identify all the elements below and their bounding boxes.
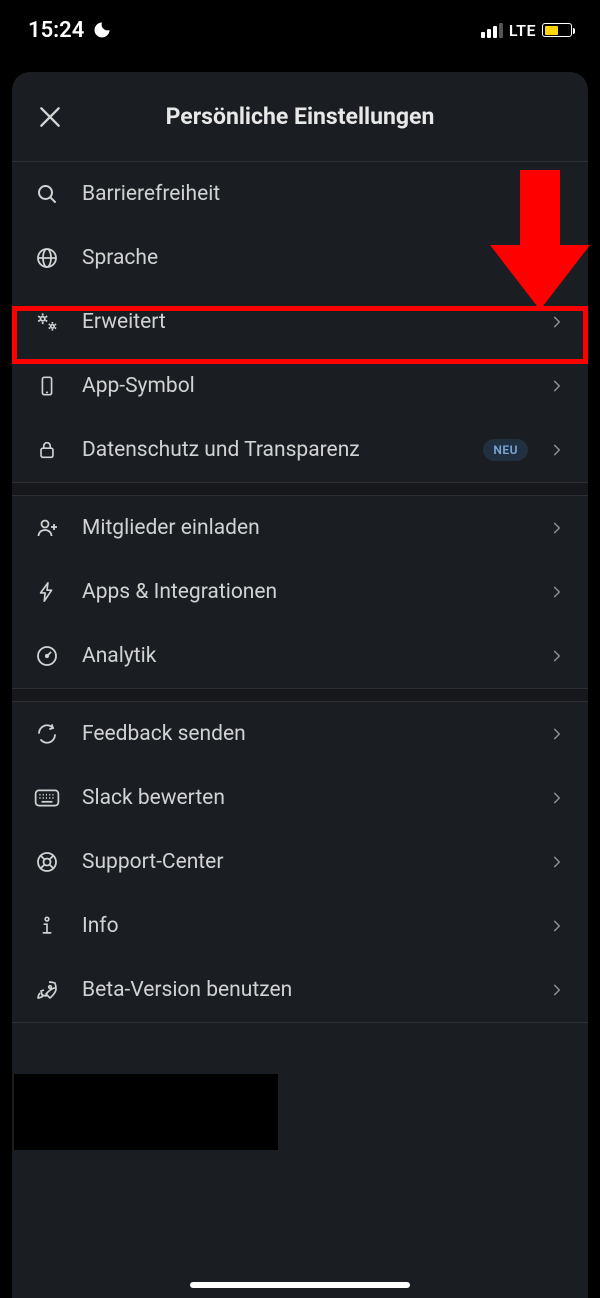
row-rate-slack[interactable]: Slack bewerten xyxy=(12,766,588,830)
chevron-right-icon xyxy=(546,645,568,667)
panel-header: Persönliche Einstellungen xyxy=(12,72,588,162)
chevron-right-icon xyxy=(546,851,568,873)
row-label: Info xyxy=(82,914,528,938)
chevron-right-icon xyxy=(546,581,568,603)
gears-icon xyxy=(30,305,64,339)
row-label: App-Symbol xyxy=(82,374,528,398)
section-separator xyxy=(12,482,588,496)
home-indicator xyxy=(190,1282,410,1288)
row-apps-integrations[interactable]: Apps & Integrationen xyxy=(12,560,588,624)
row-label: Apps & Integrationen xyxy=(82,580,528,604)
row-support-center[interactable]: Support-Center xyxy=(12,830,588,894)
info-icon xyxy=(30,909,64,943)
row-language[interactable]: Sprache xyxy=(12,226,588,290)
row-privacy[interactable]: Datenschutz und Transparenz NEU xyxy=(12,418,588,482)
row-label: Erweitert xyxy=(82,310,528,334)
status-right: LTE xyxy=(481,21,572,40)
chevron-right-icon xyxy=(546,723,568,745)
row-beta[interactable]: Beta-Version benutzen xyxy=(12,958,588,1022)
gauge-icon xyxy=(30,639,64,673)
section-separator xyxy=(12,1022,588,1023)
chevron-right-icon xyxy=(546,517,568,539)
magnifier-icon xyxy=(30,177,64,211)
lock-icon xyxy=(30,433,64,467)
refresh-icon xyxy=(30,717,64,751)
lightning-icon xyxy=(30,575,64,609)
section-separator xyxy=(12,688,588,702)
row-label: Sprache xyxy=(82,246,568,270)
row-label: Beta-Version benutzen xyxy=(82,978,528,1002)
battery-icon xyxy=(542,23,572,37)
row-label: Feedback senden xyxy=(82,722,528,746)
chevron-right-icon xyxy=(546,375,568,397)
row-label: Analytik xyxy=(82,644,528,668)
redacted-block xyxy=(14,1074,278,1150)
globe-icon xyxy=(30,241,64,275)
row-label: Barrierefreiheit xyxy=(82,182,568,206)
close-button[interactable] xyxy=(30,97,70,137)
status-time: 15:24 xyxy=(28,18,84,43)
row-info[interactable]: Info xyxy=(12,894,588,958)
lifebuoy-icon xyxy=(30,845,64,879)
row-invite-members[interactable]: Mitglieder einladen xyxy=(12,496,588,560)
chevron-right-icon xyxy=(546,439,568,461)
page-title: Persönliche Einstellungen xyxy=(166,103,435,130)
status-left: 15:24 xyxy=(28,18,112,43)
chevron-right-icon xyxy=(546,915,568,937)
row-label: Slack bewerten xyxy=(82,786,528,810)
row-advanced[interactable]: Erweitert xyxy=(12,290,588,354)
row-app-icon[interactable]: App-Symbol xyxy=(12,354,588,418)
chevron-right-icon xyxy=(546,787,568,809)
do-not-disturb-icon xyxy=(92,20,112,40)
person-plus-icon xyxy=(30,511,64,545)
signal-icon xyxy=(481,23,503,38)
row-accessibility[interactable]: Barrierefreiheit xyxy=(12,162,588,226)
chevron-right-icon xyxy=(546,311,568,333)
rocket-icon xyxy=(30,973,64,1007)
row-send-feedback[interactable]: Feedback senden xyxy=(12,702,588,766)
row-analytics[interactable]: Analytik xyxy=(12,624,588,688)
chevron-right-icon xyxy=(546,979,568,1001)
row-label: Datenschutz und Transparenz xyxy=(82,438,465,462)
row-label: Mitglieder einladen xyxy=(82,516,528,540)
phone-icon xyxy=(30,369,64,403)
new-badge: NEU xyxy=(483,439,528,461)
row-label: Support-Center xyxy=(82,850,528,874)
network-label: LTE xyxy=(509,21,536,40)
status-bar: 15:24 LTE xyxy=(0,0,600,60)
keyboard-icon xyxy=(30,781,64,815)
